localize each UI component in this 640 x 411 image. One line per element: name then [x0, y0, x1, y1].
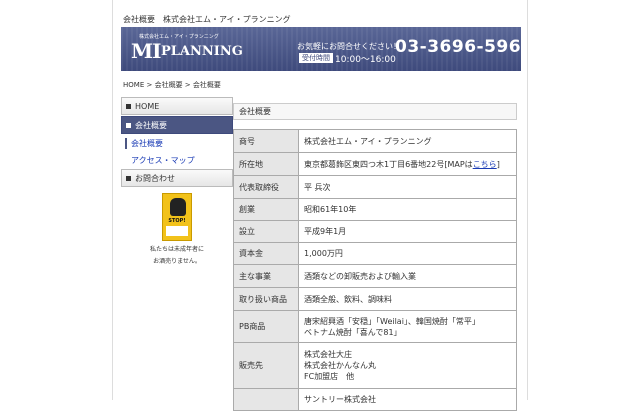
breadcrumb: HOME > 会社概要 > 会社概要	[123, 80, 221, 90]
breadcrumb-separator: >	[144, 81, 155, 89]
row-key: 主な事業	[233, 264, 299, 288]
breadcrumb-current: 会社概要	[192, 81, 221, 89]
row-value: 株式会社エム・アイ・プランニング	[298, 129, 517, 153]
stop-hand-icon	[170, 198, 186, 216]
page-heading: 会社概要 株式会社エム・アイ・プランニング	[123, 15, 291, 24]
address-suffix: ]	[496, 159, 500, 169]
row-key: 販売先	[233, 342, 299, 389]
notice-line: 私たちは未成年者に	[149, 246, 204, 253]
table-row: 代表取締役 平 兵次	[233, 175, 517, 199]
sidebar-subitem-label: 会社概要	[131, 139, 163, 148]
row-key: 創業	[233, 198, 299, 221]
value-line: ベトナム焼酎「喜んで81」	[304, 327, 402, 337]
logo-mi[interactable]: MI	[131, 39, 161, 63]
row-key: 代表取締役	[233, 175, 299, 199]
section-title: 会社概要	[233, 103, 517, 120]
row-key: 資本金	[233, 242, 299, 265]
value-line: 株式会社大庄	[304, 350, 352, 359]
row-value: 昭和61年10年	[298, 198, 517, 221]
business-hours: 10:00〜16:00	[335, 55, 396, 65]
badge-text-panel	[166, 226, 188, 236]
phone-number: 03-3696-5960	[395, 37, 521, 57]
table-row: 取り扱い商品 酒類全般、飲料、調味料	[233, 287, 517, 311]
row-value: 株式会社大庄 株式会社かんなん丸 FC加盟店 他	[298, 342, 517, 389]
row-key: PB商品	[233, 310, 299, 343]
row-value: 平成9年1月	[298, 220, 517, 243]
row-value: 唐宋紹興酒「安穏」「Weilai」、韓国焼酎「常平」 ベトナム焼酎「喜んで81」	[298, 310, 517, 343]
notice-line: お酒売りません。	[153, 258, 201, 265]
table-row: 主な事業 酒類などの卸販売および輸入業	[233, 264, 517, 288]
breadcrumb-company[interactable]: 会社概要	[155, 81, 183, 89]
square-bullet-icon	[126, 175, 131, 181]
table-row: 資本金 1,000万円	[233, 242, 517, 265]
main-content: 会社概要 商号 株式会社エム・アイ・プランニング 所在地 東京都葛飾区東四つ木1…	[233, 103, 517, 411]
sidebar-subitem-label: アクセス・マップ	[131, 156, 195, 165]
contact-message: お気軽にお問合せください！	[297, 42, 401, 51]
row-value: 平 兵次	[298, 175, 517, 199]
row-value: 東京都葛飾区東四つ木1丁目6番地22号[MAPはこちら]	[298, 152, 517, 176]
row-value: 酒類全般、飲料、調味料	[298, 287, 517, 311]
table-row: 設立 平成9年1月	[233, 220, 517, 243]
table-row: 販売先 株式会社大庄 株式会社かんなん丸 FC加盟店 他	[233, 342, 517, 389]
value-line: 唐宋紹興酒「安穏」「Weilai」、韓国焼酎「常平」	[304, 316, 480, 326]
breadcrumb-home[interactable]: HOME	[123, 81, 144, 89]
table-row: PB商品 唐宋紹興酒「安穏」「Weilai」、韓国焼酎「常平」 ベトナム焼酎「喜…	[233, 310, 517, 343]
row-key: 商号	[233, 129, 299, 153]
row-value: 酒類などの卸販売および輸入業	[298, 264, 517, 288]
value-line: FC加盟店 他	[304, 372, 355, 381]
active-bar-icon	[125, 138, 127, 149]
underage-stop-badge: STOP!	[162, 193, 192, 241]
table-row: 所在地 東京都葛飾区東四つ木1丁目6番地22号[MAPはこちら]	[233, 152, 517, 176]
table-row: 創業 昭和61年10年	[233, 198, 517, 221]
square-bullet-icon	[126, 103, 131, 109]
hours-label: 受付時間	[299, 53, 333, 63]
row-key: 設立	[233, 220, 299, 243]
square-bullet-icon	[126, 122, 131, 128]
sidebar-item-contact[interactable]: お問合わせ	[121, 169, 233, 187]
sidebar-item-home[interactable]: HOME	[121, 97, 233, 115]
row-key: 取り扱い商品	[233, 287, 299, 311]
breadcrumb-separator: >	[182, 81, 193, 89]
sidebar: HOME 会社概要 会社概要 アクセス・マップ お問合わせ STOP! 私たちは…	[121, 97, 233, 268]
row-value: 1,000万円	[298, 242, 517, 265]
sidebar-subitem-access-map[interactable]: アクセス・マップ	[121, 152, 233, 169]
underage-notice: 私たちは未成年者に お酒売りません。	[121, 244, 233, 268]
sidebar-item-label: HOME	[135, 101, 160, 111]
map-link[interactable]: こちら	[473, 160, 497, 169]
page-container: 会社概要 株式会社エム・アイ・プランニング 株式会社エム・アイ・プランニング M…	[112, 0, 528, 411]
header-banner: 株式会社エム・アイ・プランニング MI PLANNING お気軽にお問合せくださ…	[121, 27, 521, 71]
logo-planning[interactable]: PLANNING	[161, 44, 243, 59]
sidebar-item-label: 会社概要	[135, 120, 167, 130]
sidebar-subitem-company-overview[interactable]: 会社概要	[121, 135, 233, 152]
address-text: 東京都葛飾区東四つ木1丁目6番地22号[MAPは	[304, 159, 473, 169]
row-key: 所在地	[233, 152, 299, 176]
sidebar-item-label: お問合わせ	[135, 173, 175, 183]
value-line: 株式会社かんなん丸	[304, 361, 376, 370]
table-row: 商号 株式会社エム・アイ・プランニング	[233, 129, 517, 153]
sidebar-item-company[interactable]: 会社概要	[121, 116, 233, 134]
stop-label: STOP!	[168, 218, 186, 224]
company-info-table: 商号 株式会社エム・アイ・プランニング 所在地 東京都葛飾区東四つ木1丁目6番地…	[233, 129, 517, 411]
